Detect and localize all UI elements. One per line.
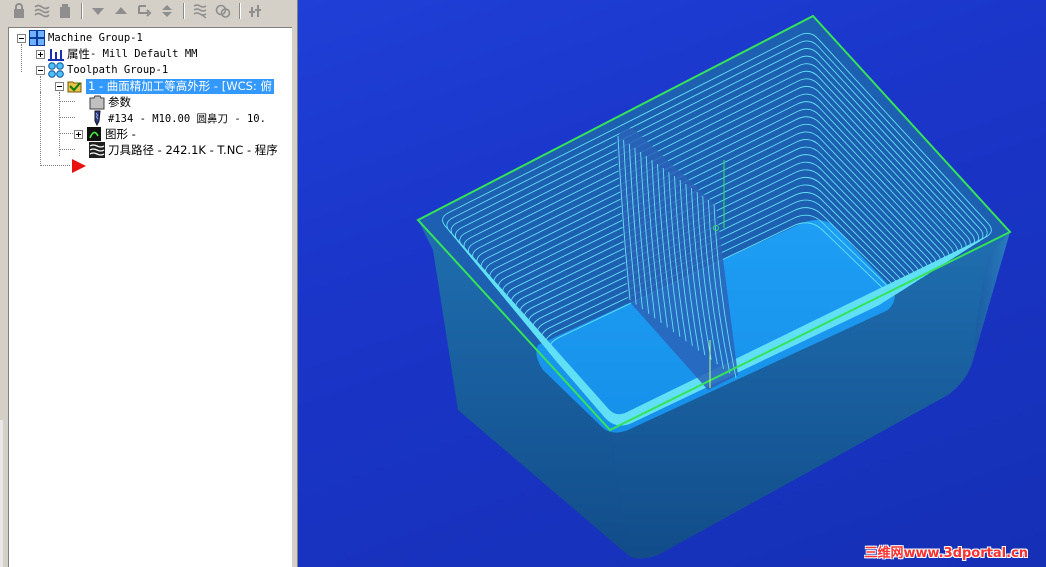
- regenerate-icon[interactable]: [212, 1, 234, 21]
- post-process-icon[interactable]: [245, 1, 267, 21]
- parameters-icon: [89, 94, 105, 110]
- waves-icon[interactable]: [31, 1, 53, 21]
- expand-toggle[interactable]: [74, 129, 83, 139]
- operations-manager-panel: Machine Group-1 属性 - Mill Default MM Too…: [0, 0, 298, 567]
- arrow-down-icon[interactable]: [87, 1, 109, 21]
- toolpath-label: 刀具路径 - 242.1K - T.NC - 程序: [108, 143, 278, 157]
- tree-item-tool[interactable]: #134 - M10.00 圆鼻刀 - 10.: [89, 110, 266, 126]
- loop-arrow-icon[interactable]: [133, 1, 155, 21]
- toolpath-group-label: Toolpath Group-1: [67, 64, 169, 76]
- properties-label: 属性: [67, 47, 90, 61]
- operation-folder-icon: [67, 78, 83, 94]
- tree-item-geometry[interactable]: 图形 -: [74, 126, 136, 142]
- machine-group-label: Machine Group-1: [48, 32, 143, 44]
- collapse-toggle[interactable]: [17, 33, 26, 43]
- graphics-viewport[interactable]: 三维网www.3dportal.cn: [298, 0, 1046, 567]
- tool-label: #134 - M10.00 圆鼻刀 - 10.: [108, 112, 266, 125]
- operation-1-label: 1 - 曲面精加工等高外形 - [WCS: 俯: [86, 78, 274, 94]
- parameters-label: 参数: [108, 95, 131, 109]
- expand-toggle[interactable]: [36, 49, 45, 59]
- toolpath-display-icon[interactable]: [189, 1, 211, 21]
- operations-toolbar: [0, 0, 298, 22]
- toolbar-separator: [81, 3, 83, 19]
- properties-icon: [48, 46, 64, 62]
- mastercam-window: Machine Group-1 属性 - Mill Default MM Too…: [0, 0, 1046, 567]
- lock-icon[interactable]: [8, 1, 30, 21]
- tree-item-parameters[interactable]: 参数: [89, 94, 131, 110]
- part-3d-view: [416, 14, 1012, 559]
- properties-value: - Mill Default MM: [90, 48, 198, 60]
- toolpath-group-icon: [48, 62, 64, 78]
- machine-group-icon: [29, 30, 45, 46]
- tool-icon: [89, 110, 105, 126]
- panel-edge: [0, 420, 3, 567]
- insert-arrow-icon[interactable]: [71, 158, 87, 174]
- watermark: 三维网www.3dportal.cn: [864, 546, 1028, 561]
- collapse-toggle[interactable]: [55, 81, 64, 91]
- tree-item-toolpath[interactable]: 刀具路径 - 242.1K - T.NC - 程序: [89, 142, 278, 158]
- operations-tree: Machine Group-1 属性 - Mill Default MM Too…: [8, 27, 292, 567]
- tree-item-operation-1[interactable]: 1 - 曲面精加工等高外形 - [WCS: 俯: [55, 78, 274, 94]
- tree-item-toolpath-group[interactable]: Toolpath Group-1: [36, 62, 168, 78]
- tree-item-properties[interactable]: 属性 - Mill Default MM: [36, 46, 197, 62]
- tree-item-machine-group[interactable]: Machine Group-1: [17, 30, 143, 46]
- geometry-icon: [86, 126, 102, 142]
- lock-closed-icon[interactable]: [54, 1, 76, 21]
- toolbar-separator: [183, 3, 185, 19]
- geometry-label: 图形 -: [105, 127, 136, 141]
- collapse-toggle[interactable]: [36, 65, 45, 75]
- arrow-up-icon[interactable]: [110, 1, 132, 21]
- tree-item-insert-arrow[interactable]: [71, 158, 90, 174]
- up-down-arrow-icon[interactable]: [156, 1, 178, 21]
- toolbar-separator: [239, 3, 241, 19]
- toolpath-icon: [89, 142, 105, 158]
